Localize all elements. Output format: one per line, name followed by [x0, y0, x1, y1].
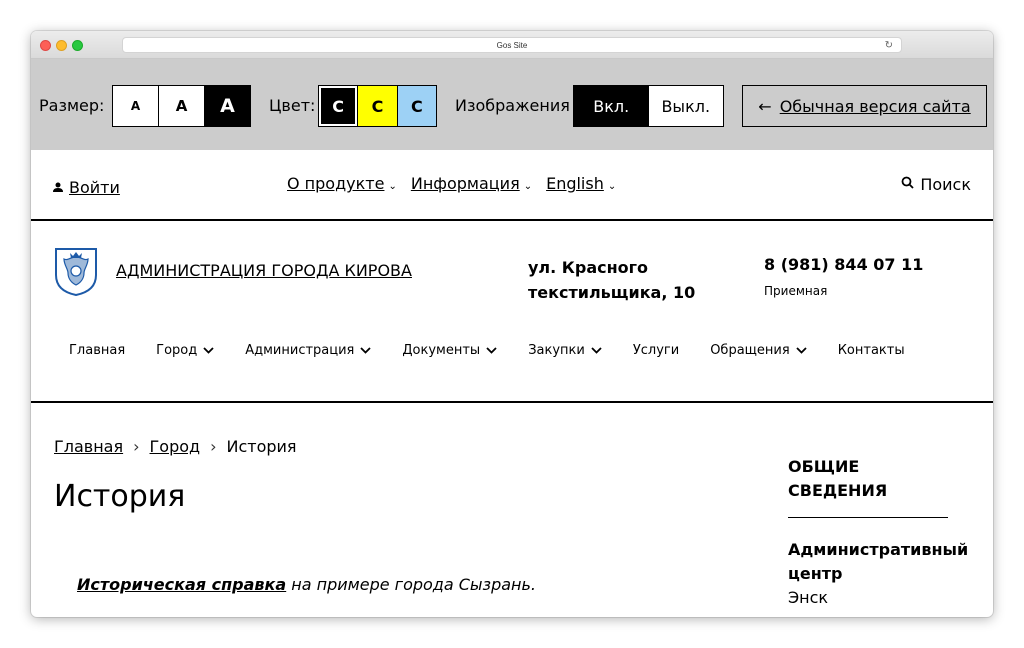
phone-note: Приемная — [764, 284, 828, 298]
color-black-button[interactable]: С — [319, 86, 359, 126]
address: ул. Красного текстильщика, 10 — [528, 255, 695, 305]
menu-item-information[interactable]: Информация ⌄ — [411, 174, 532, 193]
section-title-line: ОБЩИЕ — [788, 457, 860, 476]
search-icon — [901, 176, 914, 193]
nav-item-label: Контакты — [837, 343, 905, 358]
nav-item-services[interactable]: Услуги — [633, 343, 679, 358]
images-off-button[interactable]: Выкл. — [648, 86, 723, 126]
nav-item-label: Закупки — [528, 343, 585, 358]
organization-name-link[interactable]: АДМИНИСТРАЦИЯ ГОРОДА КИРОВА — [116, 261, 412, 280]
address-line: текстильщика, 10 — [528, 283, 696, 302]
breadcrumb-separator: › — [210, 437, 217, 456]
menu-item-label: Информация — [410, 174, 520, 193]
reload-icon[interactable]: ↻ — [885, 38, 893, 53]
main-navigation: Главная Город Администрация Документы За… — [69, 343, 905, 358]
breadcrumb-home-link[interactable]: Главная — [54, 437, 123, 456]
info-key-line: центр — [788, 564, 843, 583]
address-bar[interactable]: Gos Site ↻ — [122, 37, 902, 53]
page-title: История — [54, 479, 186, 514]
nav-item-appeals[interactable]: Обращения — [710, 343, 807, 358]
title-bar: Gos Site ↻ — [31, 31, 993, 59]
breadcrumb-separator: › — [133, 437, 140, 456]
color-yellow-button[interactable]: С — [358, 86, 398, 126]
menu-item-label: English — [546, 174, 604, 193]
zoom-window-button[interactable] — [72, 40, 83, 51]
color-blue-button[interactable]: С — [397, 86, 436, 126]
size-label: Размер: — [39, 96, 105, 115]
chevron-down-icon — [796, 344, 807, 357]
nav-item-label: Город — [156, 343, 198, 358]
historical-reference-link[interactable]: Историческая справка — [77, 575, 286, 594]
chevron-down-icon — [591, 344, 602, 357]
top-menu: О продукте ⌄ Информация ⌄ English ⌄ — [287, 174, 616, 193]
nav-item-label: Главная — [69, 343, 126, 358]
nav-item-documents[interactable]: Документы — [402, 343, 497, 358]
color-label: Цвет: — [269, 96, 316, 115]
chevron-down-icon — [486, 344, 497, 357]
chevron-down-icon — [203, 344, 214, 357]
lead-text: на примере города Сызрань. — [286, 575, 536, 594]
font-size-medium-button[interactable]: А — [159, 86, 205, 126]
images-on-button[interactable]: Вкл. — [574, 86, 649, 126]
accessibility-toolbar: Размер: А А А Цвет: С С С Изображения Вк… — [31, 59, 993, 150]
arrow-left-icon: ← — [758, 96, 772, 116]
images-label: Изображения — [455, 96, 570, 115]
breadcrumb-city-link[interactable]: Город — [150, 437, 201, 456]
address-line: ул. Красного — [528, 258, 649, 277]
normal-version-label: Обычная версия сайта — [779, 96, 971, 116]
nav-item-label: Услуги — [632, 343, 680, 358]
nav-item-home[interactable]: Главная — [69, 343, 125, 358]
normal-version-button[interactable]: ← Обычная версия сайта — [742, 85, 987, 127]
info-value: Энск — [788, 588, 829, 607]
images-toggle: Вкл. Выкл. — [573, 85, 724, 127]
close-window-button[interactable] — [40, 40, 51, 51]
login-label: Войти — [69, 178, 120, 197]
menu-item-label: О продукте — [287, 174, 385, 193]
nav-item-label: Документы — [402, 343, 481, 358]
section-title-line: СВЕДЕНИЯ — [788, 481, 888, 500]
search-button[interactable]: Поиск — [901, 175, 971, 194]
font-size-small-button[interactable]: А — [113, 86, 159, 126]
section-title: ОБЩИЕ СВЕДЕНИЯ — [788, 455, 988, 503]
phone-number[interactable]: 8 (981) 844 07 11 — [764, 255, 923, 274]
menu-item-language[interactable]: English ⌄ — [546, 174, 616, 193]
divider — [788, 517, 948, 518]
nav-item-label: Обращения — [710, 343, 790, 358]
search-label: Поиск — [920, 175, 971, 194]
nav-item-city[interactable]: Город — [156, 343, 214, 358]
font-size-large-button[interactable]: А — [205, 86, 250, 126]
browser-window: Gos Site ↻ Размер: А А А Цвет: С С С Изо… — [31, 31, 993, 617]
chevron-down-icon — [360, 344, 372, 357]
site-header: АДМИНИСТРАЦИЯ ГОРОДА КИРОВА ул. Красного… — [31, 221, 993, 403]
coat-of-arms-icon — [52, 245, 100, 297]
user-icon — [53, 181, 63, 195]
color-scheme-selector: С С С — [318, 85, 437, 127]
info-key: Административный центр — [788, 538, 988, 586]
nav-item-contacts[interactable]: Контакты — [838, 343, 905, 358]
nav-item-label: Администрация — [245, 343, 355, 358]
top-navigation: Войти О продукте ⌄ Информация ⌄ English … — [31, 150, 993, 221]
breadcrumb: Главная › Город › История — [54, 437, 297, 456]
minimize-window-button[interactable] — [56, 40, 67, 51]
nav-item-procurement[interactable]: Закупки — [528, 343, 602, 358]
chevron-down-icon: ⌄ — [388, 181, 397, 192]
sidebar-general-info: ОБЩИЕ СВЕДЕНИЯ Административный центр Эн… — [788, 455, 988, 610]
info-key-line: Административный — [788, 540, 969, 559]
page-title-text: Gos Site — [496, 41, 528, 50]
lead-paragraph: Историческая справка на примере города С… — [77, 575, 536, 594]
chevron-down-icon: ⌄ — [523, 181, 533, 192]
nav-item-administration[interactable]: Администрация — [245, 343, 372, 358]
login-link[interactable]: Войти — [53, 178, 120, 197]
menu-item-product[interactable]: О продукте ⌄ — [287, 174, 397, 193]
chevron-down-icon: ⌄ — [607, 181, 617, 192]
breadcrumb-current: История — [226, 437, 297, 456]
font-size-selector: А А А — [112, 85, 251, 127]
